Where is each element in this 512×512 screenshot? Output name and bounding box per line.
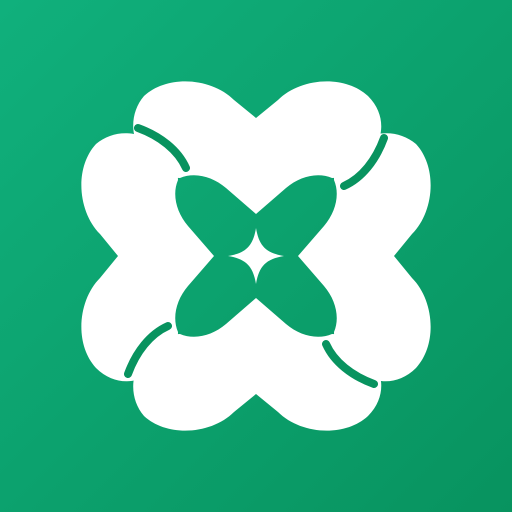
app-icon [0, 0, 512, 512]
app-icon-graphic [0, 0, 512, 512]
